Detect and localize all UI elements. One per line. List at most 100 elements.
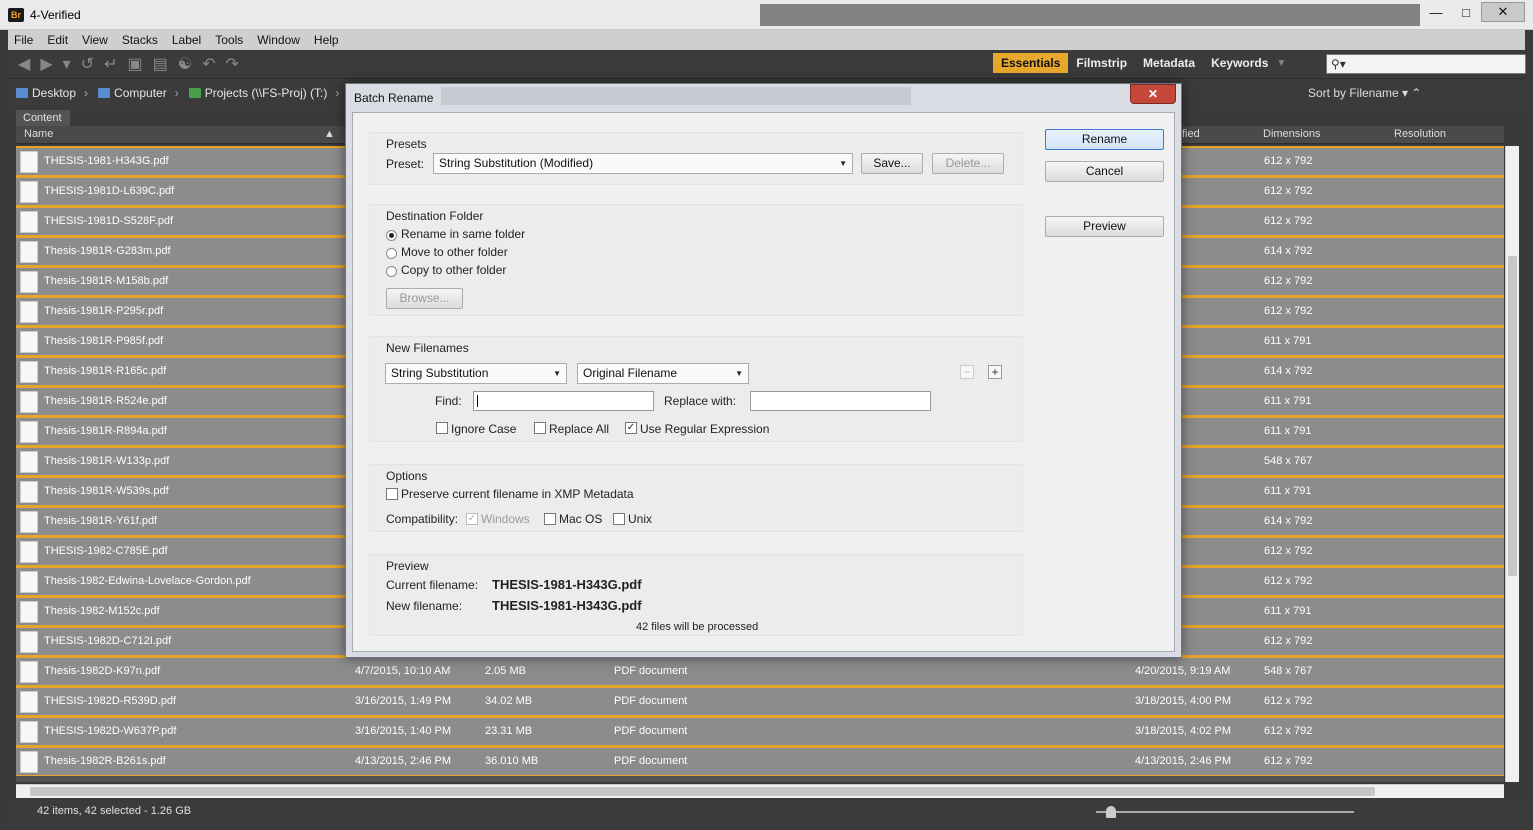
- dialog-close-icon[interactable]: ✕: [1130, 84, 1176, 104]
- breadcrumb-desktop[interactable]: Desktop ›: [16, 86, 88, 100]
- background-taskbar-strip: [760, 4, 1420, 26]
- content-panel-tab[interactable]: Content: [16, 110, 70, 126]
- search-input[interactable]: ⚲▾: [1326, 54, 1526, 74]
- column-name[interactable]: Name: [24, 128, 53, 140]
- workspace-metadata[interactable]: Metadata: [1135, 53, 1203, 73]
- rename-source-select[interactable]: Original Filename ▼: [577, 363, 749, 384]
- replace-all-checkbox[interactable]: [534, 422, 546, 434]
- preserve-filename-checkbox[interactable]: [386, 488, 398, 500]
- dialog-body: Presets Preset: String Substitution (Mod…: [352, 112, 1175, 652]
- remove-rule-minus-icon[interactable]: −: [960, 365, 974, 379]
- vertical-scrollbar[interactable]: [1505, 146, 1519, 782]
- file-type: PDF document: [614, 665, 688, 677]
- cancel-button[interactable]: Cancel: [1045, 161, 1164, 182]
- move-other-folder-label[interactable]: Move to other folder: [401, 245, 508, 259]
- file-thumbnail-icon: [20, 451, 38, 473]
- scrollbar-thumb[interactable]: [30, 787, 1375, 796]
- delete-preset-button[interactable]: Delete...: [932, 153, 1004, 174]
- radio-move-other-folder[interactable]: [386, 248, 397, 259]
- file-name: Thesis-1981R-P295r.pdf: [44, 305, 164, 317]
- radio-rename-same-folder[interactable]: [386, 230, 397, 241]
- compat-unix-label[interactable]: Unix: [628, 512, 652, 526]
- menu-file[interactable]: File: [14, 33, 33, 47]
- menu-help[interactable]: Help: [314, 33, 339, 47]
- file-dimensions: 612 x 792: [1264, 725, 1313, 737]
- ignore-case-label[interactable]: Ignore Case: [451, 422, 516, 436]
- workspace-filmstrip[interactable]: Filmstrip: [1068, 53, 1135, 73]
- file-size: 2.05 MB: [485, 665, 526, 677]
- rename-button[interactable]: Rename: [1045, 129, 1164, 150]
- preserve-filename-label[interactable]: Preserve current filename in XMP Metadat…: [401, 487, 634, 501]
- menu-edit[interactable]: Edit: [47, 33, 68, 47]
- workspace-menu-chevron-icon[interactable]: ▼: [1276, 58, 1286, 69]
- breadcrumb-computer[interactable]: Computer ›: [98, 86, 179, 100]
- column-resolution[interactable]: Resolution: [1394, 128, 1446, 140]
- menu-tools[interactable]: Tools: [215, 33, 243, 47]
- copy-other-folder-label[interactable]: Copy to other folder: [401, 263, 506, 277]
- chevron-down-icon[interactable]: ▾: [63, 54, 71, 74]
- file-row[interactable]: Thesis-1982D-K97n.pdf 4/7/2015, 10:10 AM 2…: [16, 656, 1504, 686]
- file-thumbnail-icon: [20, 271, 38, 293]
- back-arrow-icon[interactable]: ◀: [18, 54, 30, 74]
- reveal-icon[interactable]: ↵: [104, 54, 117, 74]
- rotate-left-icon[interactable]: ↶: [202, 54, 215, 74]
- compat-mac-label[interactable]: Mac OS: [559, 512, 602, 526]
- refine-icon[interactable]: ▤: [153, 54, 168, 74]
- rotate-right-icon[interactable]: ↷: [225, 54, 238, 74]
- radio-copy-other-folder[interactable]: [386, 266, 397, 277]
- preview-group: Preview Current filename: THESIS-1981-H3…: [369, 554, 1023, 636]
- file-name: Thesis-1981R-P985f.pdf: [44, 335, 164, 347]
- compat-windows-checkbox[interactable]: ✓: [466, 513, 478, 525]
- ignore-case-checkbox[interactable]: [436, 422, 448, 434]
- preview-button[interactable]: Preview: [1045, 216, 1164, 237]
- compat-windows-label[interactable]: Windows: [481, 512, 530, 526]
- thumbnail-size-slider-knob[interactable]: [1106, 806, 1116, 818]
- menu-label[interactable]: Label: [172, 33, 201, 47]
- column-date-modified[interactable]: fied: [1182, 128, 1200, 140]
- compat-mac-checkbox[interactable]: [544, 513, 556, 525]
- menu-window[interactable]: Window: [257, 33, 300, 47]
- camera-icon[interactable]: ▣: [127, 54, 142, 74]
- file-thumbnail-icon: [20, 571, 38, 593]
- file-thumbnail-icon: [20, 361, 38, 383]
- file-row[interactable]: Thesis-1982R-B261s.pdf 4/13/2015, 2:46 PM…: [16, 746, 1504, 776]
- preview-title: Preview: [386, 559, 429, 573]
- menu-stacks[interactable]: Stacks: [122, 33, 158, 47]
- file-thumbnail-icon: [20, 541, 38, 563]
- menu-view[interactable]: View: [82, 33, 108, 47]
- rename-same-folder-label[interactable]: Rename in same folder: [401, 227, 525, 241]
- save-preset-button[interactable]: Save...: [861, 153, 923, 174]
- scrollbar-thumb[interactable]: [1508, 256, 1517, 576]
- add-rule-plus-icon[interactable]: +: [988, 365, 1002, 379]
- column-dimensions[interactable]: Dimensions: [1263, 128, 1320, 140]
- file-dimensions: 612 x 792: [1264, 185, 1313, 197]
- file-thumbnail-icon: [20, 691, 38, 713]
- output-icon[interactable]: ☯: [178, 54, 192, 74]
- file-row[interactable]: THESIS-1982D-W637P.pdf 3/16/2015, 1:40 PM…: [16, 716, 1504, 746]
- browse-button[interactable]: Browse...: [386, 288, 463, 309]
- use-regex-label[interactable]: Use Regular Expression: [640, 422, 769, 436]
- forward-arrow-icon[interactable]: ▶: [40, 54, 52, 74]
- maximize-icon[interactable]: □: [1451, 2, 1481, 22]
- rename-method-select[interactable]: String Substitution ▼: [385, 363, 567, 384]
- horizontal-scrollbar[interactable]: [16, 784, 1504, 798]
- boomerang-icon[interactable]: ↺: [81, 54, 94, 74]
- breadcrumb-projects-drive[interactable]: Projects (\\FS-Proj) (T:) ›: [188, 85, 340, 100]
- use-regex-checkbox[interactable]: ✓: [625, 422, 637, 434]
- compat-unix-checkbox[interactable]: [613, 513, 625, 525]
- thumbnail-size-slider[interactable]: [1096, 811, 1354, 813]
- workspace-essentials[interactable]: Essentials: [993, 53, 1069, 73]
- file-row[interactable]: THESIS-1982D-R539D.pdf 3/16/2015, 1:49 PM…: [16, 686, 1504, 716]
- find-input[interactable]: [473, 391, 654, 411]
- replace-with-input[interactable]: [750, 391, 931, 411]
- close-icon[interactable]: ✕: [1481, 2, 1525, 22]
- file-thumbnail-icon: [20, 661, 38, 683]
- preset-select[interactable]: String Substitution (Modified) ▼: [433, 153, 853, 174]
- sort-by-menu[interactable]: Sort by Filename ▾ ⌃: [1308, 86, 1421, 100]
- workspace-keywords[interactable]: Keywords: [1203, 53, 1276, 73]
- chevron-right-icon: ›: [335, 85, 340, 100]
- file-dimensions: 612 x 792: [1264, 215, 1313, 227]
- file-name: Thesis-1982D-K97n.pdf: [44, 665, 161, 677]
- replace-all-label[interactable]: Replace All: [549, 422, 609, 436]
- minimize-icon[interactable]: —: [1421, 2, 1451, 22]
